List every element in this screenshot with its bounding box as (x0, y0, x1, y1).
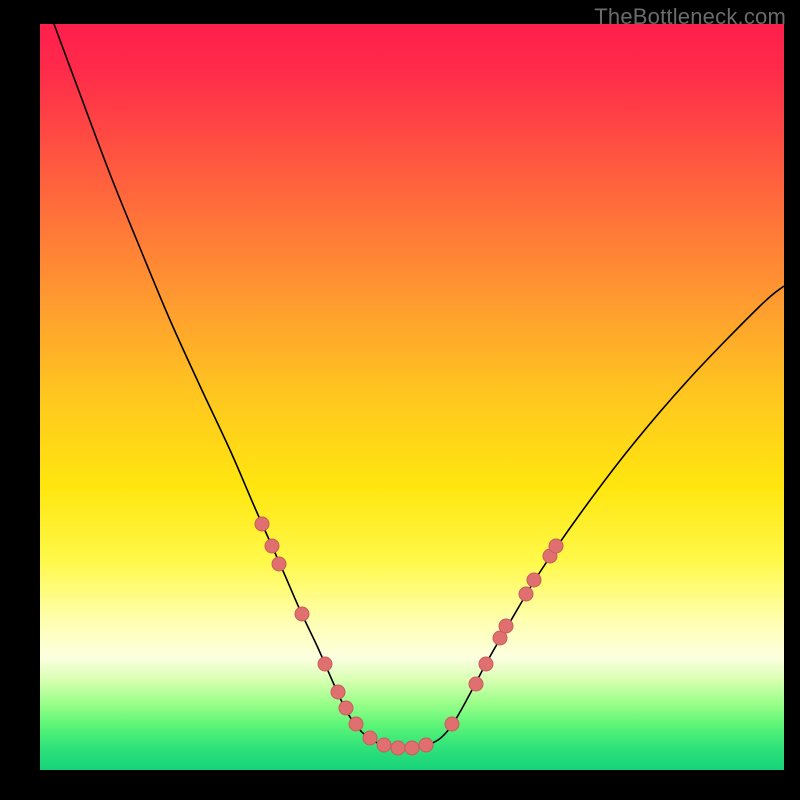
marker-dot (469, 677, 483, 691)
marker-dot (445, 717, 459, 731)
marker-dot (272, 557, 286, 571)
marker-dot (339, 701, 353, 715)
marker-dot (519, 587, 533, 601)
marker-dot (349, 717, 363, 731)
marker-dot (331, 685, 345, 699)
marker-dot (527, 573, 541, 587)
marker-dot (295, 607, 309, 621)
marker-dot (377, 738, 391, 752)
marker-dot (549, 539, 563, 553)
marker-dot (405, 741, 419, 755)
chart-frame: TheBottleneck.com (0, 0, 800, 800)
chart-svg (40, 24, 784, 770)
plot-area (40, 24, 784, 770)
marker-dot (255, 517, 269, 531)
marker-dot (391, 741, 405, 755)
bottleneck-curve (54, 24, 784, 748)
watermark-text: TheBottleneck.com (594, 4, 786, 30)
marker-dots-group (255, 517, 563, 755)
marker-dot (479, 657, 493, 671)
marker-dot (265, 539, 279, 553)
marker-dot (419, 738, 433, 752)
marker-dot (499, 619, 513, 633)
marker-dot (318, 657, 332, 671)
marker-dot (363, 731, 377, 745)
